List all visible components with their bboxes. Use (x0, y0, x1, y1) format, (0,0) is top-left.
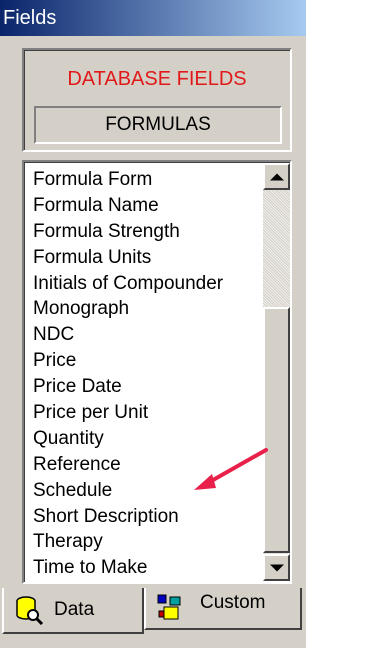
tab-custom-label: Custom (200, 592, 266, 613)
list-item[interactable]: Price Date (33, 374, 261, 400)
database-magnifier-icon (16, 596, 44, 625)
tab-custom[interactable]: Custom (144, 588, 302, 630)
list-item[interactable]: Short Description (33, 504, 261, 530)
scroll-up-button[interactable] (263, 163, 290, 190)
scroll-thumb[interactable] (263, 307, 290, 553)
listbox-frame: Formula Form Formula Name Formula Strength… (24, 162, 290, 582)
list-item[interactable]: Initials of Compounder (33, 271, 261, 297)
list-item[interactable]: NDC (33, 322, 261, 348)
window-title: Fields (3, 7, 57, 29)
fields-list: Formula Form Formula Name Formula Strength… (33, 167, 261, 581)
scroll-down-button[interactable] (263, 554, 290, 581)
formulas-label: FORMULAS (34, 106, 282, 144)
vertical-scrollbar[interactable] (263, 163, 290, 581)
arrow-up-icon (269, 173, 284, 180)
window-title-bar: Fields (0, 0, 306, 36)
arrow-down-icon (269, 564, 284, 571)
list-item[interactable]: Price (33, 348, 261, 374)
red-arrow-icon (194, 448, 268, 490)
list-item[interactable]: Monograph (33, 296, 261, 322)
database-fields-title: DATABASE FIELDS (67, 68, 247, 90)
list-item[interactable]: Price per Unit (33, 400, 261, 426)
custom-blocks-icon (157, 594, 181, 620)
tab-data-label: Data (54, 599, 95, 620)
fields-listbox[interactable]: Formula Form Formula Name Formula Strength… (22, 160, 292, 584)
tab-data[interactable]: Data (2, 588, 144, 634)
list-item[interactable]: Therapy (33, 529, 261, 555)
list-item[interactable]: Formula Form (33, 167, 261, 193)
list-item[interactable]: Time to Make (33, 555, 261, 581)
fields-panel: Fields DATABASE FIELDS FORMULAS Formula … (0, 0, 306, 648)
list-item[interactable]: Formula Units (33, 245, 261, 271)
list-item[interactable]: Formula Name (33, 193, 261, 219)
tab-strip: Data Custom (0, 588, 306, 648)
header-group: DATABASE FIELDS FORMULAS (22, 48, 292, 152)
list-item[interactable]: Formula Strength (33, 219, 261, 245)
